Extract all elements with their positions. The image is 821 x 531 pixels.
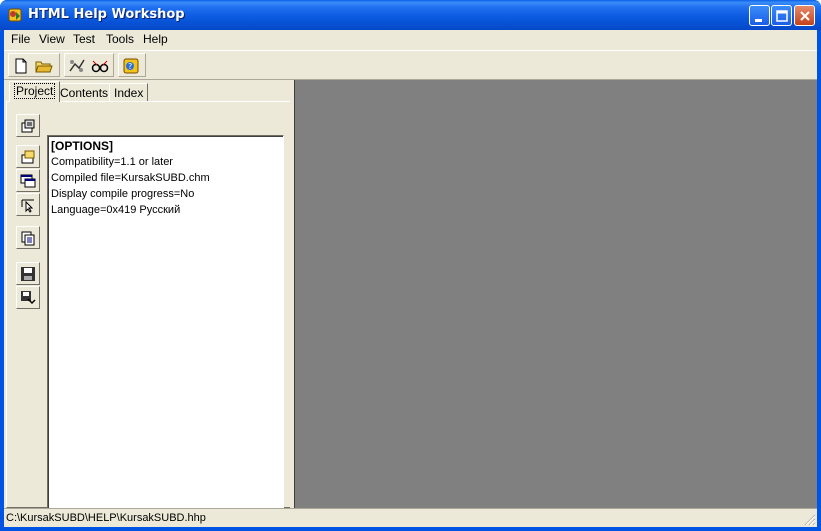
close-button[interactable] (794, 5, 815, 26)
options-section-heading: [OPTIONS] (51, 139, 113, 153)
minimize-button[interactable] (749, 5, 770, 26)
save-compile-button[interactable] (16, 286, 40, 309)
open-file-button[interactable] (34, 56, 54, 76)
tab-index-label: Index (114, 86, 144, 100)
compile-icon (69, 59, 85, 72)
minimize-icon (755, 19, 762, 22)
help-icon: ? (123, 58, 139, 74)
html-api-icon (21, 199, 34, 213)
tab-index[interactable]: Index (109, 83, 149, 102)
menu-file[interactable]: File (8, 32, 33, 46)
save-compile-icon (21, 291, 36, 305)
view-compiled-icon (91, 60, 109, 73)
menu-tools[interactable]: Tools (103, 32, 137, 46)
change-options-button[interactable] (16, 114, 40, 137)
tab-project[interactable]: Project (9, 81, 61, 102)
view-html-source-icon (21, 231, 35, 246)
add-modify-window-icon (20, 174, 36, 188)
add-modify-window-button[interactable] (16, 169, 40, 192)
option-line: Compatibility=1.1 or later (51, 156, 173, 168)
option-line: Display compile progress=No (51, 188, 195, 200)
option-line: Language=0x419 Русский (51, 204, 181, 216)
tab-project-label: Project (14, 83, 56, 99)
help-toolbar-group: ? (118, 53, 146, 77)
window-title: HTML Help Workshop (28, 7, 185, 22)
menu-bar: File View Test Tools Help (4, 30, 817, 49)
workspace-area (294, 80, 817, 508)
save-file-icon (21, 267, 35, 281)
toolbar: ? (4, 50, 817, 80)
view-html-source-button[interactable] (16, 226, 40, 249)
tab-contents[interactable]: Contents (55, 83, 114, 102)
add-remove-files-button[interactable] (16, 145, 40, 168)
option-line: Compiled file=KursakSUBD.chm (51, 172, 210, 184)
client-area: File View Test Tools Help ? Project Cont… (4, 30, 817, 527)
project-tab-body: [OPTIONS] Compatibility=1.1 or later Com… (6, 101, 292, 521)
project-options-editor[interactable]: [OPTIONS] Compatibility=1.1 or later Com… (47, 135, 284, 521)
add-remove-files-icon (21, 150, 35, 164)
menu-test[interactable]: Test (70, 32, 98, 46)
status-bar: C:\KursakSUBD\HELP\KursakSUBD.hhp (4, 508, 817, 527)
close-icon (800, 11, 810, 21)
compile-toolbar-group (64, 53, 114, 77)
view-compiled-button[interactable] (90, 56, 110, 76)
new-file-icon (15, 58, 27, 74)
status-project-path: C:\KursakSUBD\HELP\KursakSUBD.hhp (6, 512, 206, 524)
svg-text:?: ? (128, 62, 132, 71)
compile-button[interactable] (67, 56, 87, 76)
menu-help[interactable]: Help (140, 32, 171, 46)
help-button[interactable]: ? (121, 56, 141, 76)
maximize-icon (776, 10, 788, 22)
app-window: HTML Help Workshop File View Test Tools … (0, 0, 821, 531)
resize-grip-icon[interactable] (804, 514, 816, 526)
html-api-button[interactable] (16, 193, 40, 216)
open-folder-icon (35, 61, 53, 73)
project-panel: Project Contents Index [OPTIONS] Compati… (4, 80, 293, 521)
menu-view[interactable]: View (36, 32, 68, 46)
title-bar[interactable]: HTML Help Workshop (0, 0, 821, 30)
change-options-icon (21, 119, 35, 133)
file-toolbar-group (8, 53, 60, 77)
save-file-button[interactable] (16, 262, 40, 285)
maximize-button[interactable] (771, 5, 792, 26)
help-workshop-app-icon[interactable] (7, 7, 23, 23)
new-file-button[interactable] (11, 56, 31, 76)
tab-contents-label: Contents (60, 86, 109, 100)
